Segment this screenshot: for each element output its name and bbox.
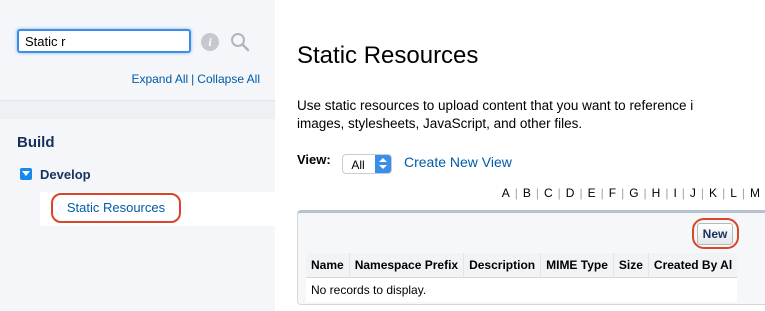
alphabet-link-a[interactable]: A xyxy=(502,186,510,200)
alphabet-separator: | xyxy=(665,186,669,200)
table-header-row: Name Namespace Prefix Description MIME Type… xyxy=(306,253,738,278)
collapse-all-link[interactable]: Collapse All xyxy=(197,72,260,86)
view-select-value: All xyxy=(351,158,365,172)
quick-find-input[interactable] xyxy=(17,29,191,53)
column-header[interactable]: Created By Al xyxy=(647,253,738,278)
alphabet-separator: | xyxy=(681,186,685,200)
alphabet-separator: | xyxy=(700,186,705,200)
new-button-highlight xyxy=(692,218,739,249)
alphabet-filter: A | B | C | D | E | F | G | H | I | J | K | L | M xyxy=(0,186,765,200)
alphabet-separator: | xyxy=(722,186,726,200)
page-title: Static Resources xyxy=(297,42,479,69)
sidebar: i Expand All|Collapse All Build Develop … xyxy=(0,0,275,311)
view-label: View: xyxy=(297,152,331,167)
alphabet-separator: | xyxy=(643,186,647,200)
alphabet-separator: | xyxy=(557,186,561,200)
alphabet-link-e[interactable]: E xyxy=(588,186,596,200)
select-arrows-icon xyxy=(375,155,392,173)
alphabet-separator: | xyxy=(579,186,583,200)
build-section-title: Build xyxy=(17,134,55,151)
alphabet-separator: | xyxy=(621,186,625,200)
collapse-toggle-icon[interactable] xyxy=(20,168,32,180)
alphabet-link-k[interactable]: K xyxy=(709,186,717,200)
alphabet-link-m[interactable]: M xyxy=(750,186,760,200)
page-description: Use static resources to upload content t… xyxy=(297,97,765,133)
alphabet-link-l[interactable]: L xyxy=(730,186,737,200)
alphabet-separator: | xyxy=(514,186,518,200)
column-header[interactable]: Size xyxy=(612,253,649,278)
info-icon[interactable]: i xyxy=(201,33,219,51)
view-select[interactable]: All xyxy=(342,154,393,174)
alphabet-link-g[interactable]: G xyxy=(629,186,638,200)
alphabet-link-f[interactable]: F xyxy=(609,186,616,200)
column-header[interactable]: Namespace Prefix xyxy=(348,253,464,278)
develop-label: Develop xyxy=(40,167,91,182)
expand-collapse-links: Expand All | Collapse All xyxy=(0,72,260,86)
column-header[interactable]: Description xyxy=(463,253,541,278)
table-row: No records to display. xyxy=(306,277,738,302)
create-new-view-link[interactable]: Create New View xyxy=(404,154,512,170)
alphabet-separator: | xyxy=(535,186,539,200)
alphabet-separator: | xyxy=(600,186,604,200)
resources-table: Name Namespace Prefix Description MIME Type… xyxy=(306,253,738,302)
column-header[interactable]: Name xyxy=(306,253,350,278)
develop-group[interactable]: Develop xyxy=(20,167,91,182)
view-filter-row: View: All Create New View xyxy=(297,152,512,174)
description-line-2: images, stylesheets, JavaScript, and oth… xyxy=(297,116,583,131)
description-line-1: Use static resources to upload content t… xyxy=(297,98,694,113)
resources-list-panel: New Name Namespace Prefix Description MIME … xyxy=(297,210,765,305)
alphabet-link-b[interactable]: B xyxy=(523,186,531,200)
alphabet-link-c[interactable]: C xyxy=(544,186,553,200)
empty-message: No records to display. xyxy=(306,277,738,302)
column-header[interactable]: MIME Type xyxy=(540,253,614,278)
link-separator: | xyxy=(191,72,195,86)
search-icon[interactable] xyxy=(228,30,252,54)
alphabet-separator: | xyxy=(741,186,745,200)
sidebar-divider xyxy=(0,100,275,119)
expand-all-link[interactable]: Expand All xyxy=(131,72,188,86)
